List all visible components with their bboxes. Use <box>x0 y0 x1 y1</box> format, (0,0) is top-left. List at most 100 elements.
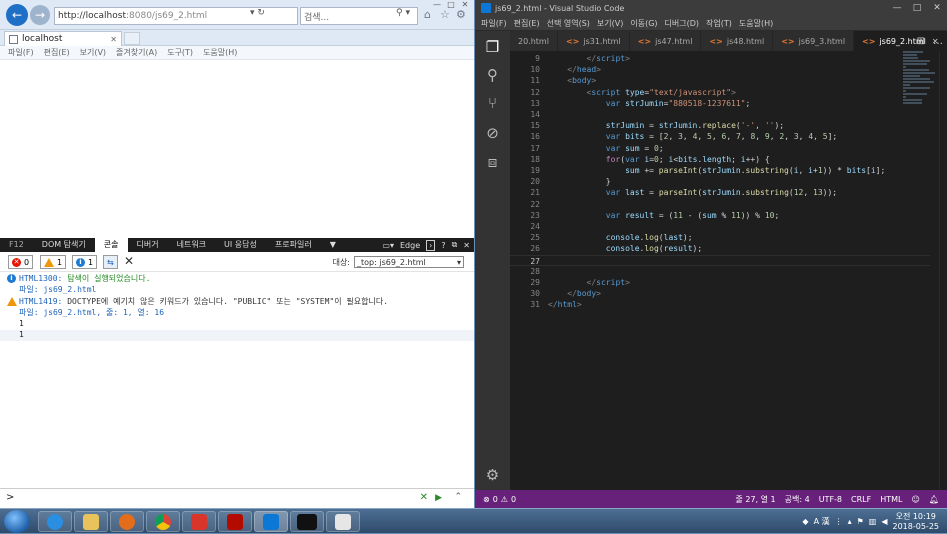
menu-favorites[interactable]: 즐겨찾기(A) <box>116 47 157 58</box>
editor-tab-tools: ⊞ … <box>917 31 943 51</box>
taskbar-ie[interactable] <box>38 511 72 532</box>
taskbar-chrome[interactable] <box>146 511 180 532</box>
menu-file[interactable]: 파일(F) <box>481 18 507 29</box>
filter-warnings[interactable]: 1 <box>40 255 67 269</box>
url-tools[interactable]: ▾ ↻ <box>250 8 265 18</box>
line-number: 16 <box>530 132 540 142</box>
menu-edit[interactable]: 편집(E) <box>44 47 70 58</box>
source-file-link[interactable]: 파일: js69_2.html <box>19 284 96 295</box>
filter-clear-on-navigate[interactable]: ⇆ <box>103 255 118 269</box>
tab-profiler[interactable]: 프로파일러 <box>266 238 321 252</box>
more-tabs-icon[interactable]: ▼ <box>321 238 345 252</box>
clock[interactable]: 오전 10:19 2018-05-25 <box>893 512 940 532</box>
tray-expand-icon[interactable]: ▴ <box>848 517 852 526</box>
tab-dom-explorer[interactable]: DOM 탐색기 <box>33 238 95 252</box>
tab-ui-responsiveness[interactable]: UI 응답성 <box>215 238 266 252</box>
maximize-button[interactable]: □ <box>907 0 927 16</box>
language-mode[interactable]: HTML <box>880 495 902 504</box>
code-line: 23 var result = (11 - (sum % 11)) % 10; <box>510 210 930 221</box>
close-button[interactable]: ✕ <box>927 0 947 16</box>
menu-view[interactable]: 보기(V) <box>80 47 106 58</box>
devtools-close-icon[interactable]: ✕ <box>463 241 470 250</box>
taskbar-explorer[interactable] <box>74 511 108 532</box>
ime-tools-icon[interactable]: ⋮ <box>835 517 843 526</box>
target-dropdown[interactable]: _top: js69_2.html ▾ <box>354 256 464 268</box>
start-button[interactable] <box>4 510 30 533</box>
expand-icon[interactable]: ⌃ <box>454 492 462 502</box>
ime-indicator[interactable]: A 漢 <box>814 516 830 527</box>
more-actions-icon[interactable]: … <box>933 36 943 47</box>
split-editor-icon[interactable]: ⊞ <box>917 36 925 47</box>
run-icon[interactable]: ▶ <box>435 493 442 503</box>
menu-help[interactable]: 도움말(H) <box>203 47 237 58</box>
devtools-f12-label: F12 <box>9 240 24 249</box>
cancel-icon[interactable]: ✕ <box>420 492 428 503</box>
back-button[interactable]: ← <box>6 4 28 26</box>
prompt-icon[interactable]: › <box>426 239 436 251</box>
tab-debugger[interactable]: 디버거 <box>128 238 168 252</box>
taskbar-terminal[interactable] <box>290 511 324 532</box>
network-icon[interactable]: ▥ <box>869 517 877 526</box>
tab-network[interactable]: 네트워크 <box>168 238 215 252</box>
close-tab-icon[interactable]: ✕ <box>110 35 117 44</box>
editor-tab[interactable]: <> js31.html <box>557 31 630 51</box>
edge-mode-label[interactable]: Edge <box>400 241 420 250</box>
undock-icon[interactable]: ⧉ <box>452 240 458 250</box>
taskbar-vscode[interactable] <box>254 511 288 532</box>
minimize-button[interactable]: — <box>887 0 907 16</box>
taskbar-media[interactable] <box>110 511 144 532</box>
editor-tab[interactable]: <> js47.html <box>629 31 702 51</box>
minimize-button[interactable]: — <box>430 0 444 12</box>
console-input[interactable]: > ✕ ▶ ⌃ <box>0 488 474 508</box>
bell-icon[interactable]: 🔔︎ <box>929 495 939 504</box>
end-of-line[interactable]: CRLF <box>851 495 871 504</box>
problems-indicator[interactable]: ⊗ 0 ⚠ 0 <box>475 495 516 504</box>
menu-tools[interactable]: 도구(T) <box>167 47 193 58</box>
forward-button[interactable]: → <box>30 5 50 25</box>
editor-tab[interactable]: 20.html <box>510 31 558 51</box>
search-icon[interactable]: ⚲ <box>475 61 510 89</box>
menu-edit[interactable]: 편집(E) <box>514 18 540 29</box>
source-file-link[interactable]: 파일: js69_2.html, 줄: 1, 열: 16 <box>19 307 164 318</box>
new-tab-button[interactable] <box>124 32 140 45</box>
code-text: <script type="text/javascript"> <box>586 87 736 97</box>
editor-tab[interactable]: <> js69_3.html <box>773 31 855 51</box>
tab-console[interactable]: 콘솔 <box>94 238 128 252</box>
menu-selection[interactable]: 선택 영역(S) <box>547 18 590 29</box>
flag-icon[interactable]: ◆ <box>802 517 808 526</box>
taskbar-java[interactable] <box>326 511 360 532</box>
explorer-icon[interactable]: ❐ <box>475 33 510 61</box>
help-icon[interactable]: ? <box>441 241 445 250</box>
filter-errors[interactable]: ✕ 0 <box>8 255 34 269</box>
encoding[interactable]: UTF-8 <box>819 495 842 504</box>
smiley-icon[interactable]: ☺ <box>912 495 920 504</box>
menu-debug[interactable]: 디버그(D) <box>665 18 699 29</box>
taskbar-acrobat[interactable] <box>218 511 252 532</box>
console-log-row: 1 <box>0 330 474 341</box>
clear-console-icon[interactable]: ✕ <box>124 254 134 268</box>
taskbar-app-red[interactable] <box>182 511 216 532</box>
menu-tasks[interactable]: 작업(T) <box>706 18 732 29</box>
debug-icon[interactable]: ⊘ <box>475 119 510 147</box>
close-button[interactable]: ✕ <box>458 0 472 12</box>
filter-info[interactable]: i1 <box>72 255 98 269</box>
extensions-icon[interactable]: ⧈ <box>475 148 510 176</box>
source-control-icon[interactable]: ⑂ <box>475 89 510 117</box>
indentation[interactable]: 공백: 4 <box>785 494 810 505</box>
ie-tab-localhost[interactable]: localhost ✕ <box>4 31 122 46</box>
menu-file[interactable]: 파일(F) <box>8 47 34 58</box>
emulation-icon[interactable]: ▭▾ <box>382 241 394 250</box>
minimap[interactable] <box>903 51 937 111</box>
menu-help[interactable]: 도움말(H) <box>739 18 773 29</box>
cursor-position[interactable]: 줄 27, 열 1 <box>735 494 775 505</box>
volume-icon[interactable]: ◀ <box>881 517 887 526</box>
gear-icon[interactable]: ⚙ <box>475 461 510 489</box>
menu-go[interactable]: 이동(G) <box>630 18 657 29</box>
code-editor[interactable]: 9 </script> 10 </head> 11 <body> 12 <script… <box>510 51 947 490</box>
menu-view[interactable]: 보기(V) <box>597 18 623 29</box>
editor-tab[interactable]: <> js48.html <box>701 31 774 51</box>
editor-scrollbar[interactable] <box>939 51 947 490</box>
action-center-icon[interactable]: ⚑ <box>857 517 864 526</box>
search-icon[interactable]: ⚲ ▾ <box>396 8 410 18</box>
maximize-button[interactable]: □ <box>444 0 458 12</box>
